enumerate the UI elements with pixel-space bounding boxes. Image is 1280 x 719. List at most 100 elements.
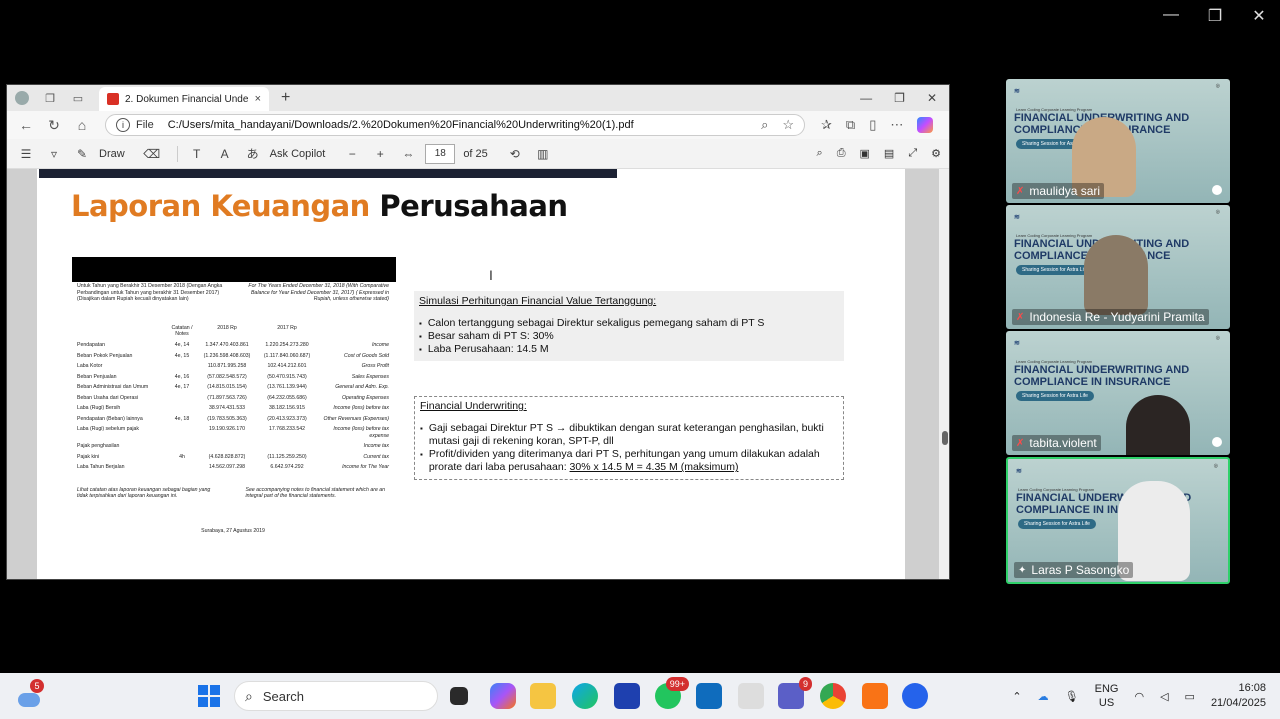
zoom-out-button[interactable]: − (341, 147, 363, 161)
teams-icon[interactable]: 9 (778, 677, 812, 709)
fin-cell-v2018: (71.897.563.726) (207, 394, 247, 401)
participant-tile[interactable]: ≋ ◎ Learn Coding Corporate Learning Prog… (1006, 205, 1230, 329)
page-total: of 25 (463, 147, 488, 160)
mic-off-icon: ✗ (1016, 437, 1025, 449)
zoom-close-button[interactable]: ✕ (1248, 6, 1270, 26)
find-icon[interactable]: ⌕ (817, 147, 823, 160)
taskbar-search[interactable]: ⌕ Search (234, 681, 438, 711)
clock[interactable]: 16:08 21/04/2025 (1211, 681, 1266, 712)
edge-browser-icon[interactable] (572, 683, 598, 709)
save-icon[interactable]: ▣ (860, 147, 870, 160)
draw-button[interactable]: Draw (99, 148, 125, 160)
favorite-star-icon[interactable]: ☆ (782, 117, 794, 133)
copilot-app-icon[interactable] (490, 683, 516, 709)
url-field[interactable]: i File C:/Users/mita_handayani/Downloads… (105, 114, 805, 136)
store-icon[interactable] (614, 683, 640, 709)
participant-tile[interactable]: ≋ ◎ Learn Coding Corporate Learning Prog… (1006, 79, 1230, 203)
system-tray: ⌃ ☁ 🎙 ENG US ◠ ◁ ▭ 16:08 21/04/2025 (1012, 681, 1266, 712)
info-icon[interactable]: i (116, 118, 130, 132)
save-as-icon[interactable]: ▤ (884, 147, 894, 160)
new-tab-button[interactable]: + (281, 89, 290, 107)
participant-name: ✗ maulidya sari (1012, 183, 1105, 199)
eraser-icon[interactable]: ⌫ (141, 147, 163, 161)
print-icon[interactable]: ⎙ (837, 147, 846, 160)
file-explorer-icon[interactable] (530, 683, 556, 709)
page-number-input[interactable]: 18 (425, 143, 456, 164)
collections-icon[interactable]: ⧉ (846, 117, 855, 133)
fit-page-icon[interactable]: ⇔ (397, 147, 419, 161)
page-view-icon[interactable]: ▥ (532, 147, 554, 161)
rotate-icon[interactable]: ⟲ (504, 147, 526, 161)
fin-cell-v2018: (19.783.505.363) (207, 415, 247, 422)
fin-cell-note (167, 443, 197, 450)
battery-icon[interactable]: ▭ (1185, 690, 1195, 703)
fin-cell-v2017: (1.117.840.060.687) (263, 352, 311, 359)
zoom-in-button[interactable]: + (369, 147, 391, 161)
fullscreen-icon[interactable]: ⤢ (908, 147, 917, 160)
weather-badge: 5 (30, 679, 44, 693)
zoom-restore-button[interactable]: ❐ (1204, 6, 1226, 26)
participant-tile[interactable]: ≋ ◎ Learn Coding Corporate Learning Prog… (1006, 331, 1230, 455)
microphone-icon[interactable]: 🎙 (1065, 690, 1079, 703)
chrome-icon[interactable] (820, 683, 846, 709)
zoom-minimize-button[interactable]: — (1160, 6, 1182, 26)
more-options-icon[interactable] (1212, 185, 1222, 195)
read-aloud-icon[interactable]: A (214, 147, 236, 161)
settings-gear-icon[interactable]: ⚙ (931, 147, 941, 160)
pdf-viewer[interactable]: Laporan Keuangan Perusahaan Untuk Tahun … (7, 169, 949, 579)
draw-icon[interactable]: ✎ (71, 147, 93, 161)
zoom-app-icon[interactable] (902, 683, 928, 709)
fin-cell-en: Other Revenues (Expenses) (323, 415, 389, 422)
more-menu-icon[interactable]: ⋯ (890, 117, 903, 133)
input-language[interactable]: ENG US (1095, 682, 1119, 711)
workspaces-icon[interactable]: ❐ (43, 91, 57, 105)
whatsapp-icon[interactable]: 99+ (655, 677, 689, 709)
simulation-item: Laba Perusahaan: 14.5 M (419, 343, 839, 356)
back-icon[interactable]: ← (15, 117, 37, 133)
fin-cell-note (167, 395, 197, 402)
vertical-scrollbar[interactable] (939, 169, 949, 579)
split-screen-icon[interactable]: ▯ (869, 117, 876, 133)
home-icon[interactable]: ⌂ (71, 117, 93, 133)
slide-title-part1: Laporan Keuangan (71, 189, 370, 223)
fin-row: Beban Pokok Penjualan 4e, 15 (1.236.598.40… (77, 353, 389, 360)
weather-widget[interactable]: 5 (18, 679, 44, 707)
scrollbar-thumb[interactable] (942, 431, 948, 445)
highlight-icon[interactable]: ▿ (43, 147, 65, 161)
underwriting-item: Profit/dividen yang diterimanya dari PT … (420, 448, 838, 474)
translate-icon[interactable]: あ (242, 145, 264, 162)
browser-close-button[interactable]: ✕ (927, 91, 937, 105)
task-view-icon[interactable] (450, 687, 468, 705)
fin-cell-note: 4e, 17 (174, 384, 190, 390)
browser-minimize-button[interactable]: — (860, 91, 872, 105)
more-options-icon[interactable] (1212, 437, 1222, 447)
ask-copilot-button[interactable]: Ask Copilot (270, 148, 326, 160)
fin-row: Beban Penjualan 4e, 16 (57.082.548.572) (50… (77, 374, 389, 381)
profile-avatar-icon[interactable] (15, 91, 29, 105)
fin-row: Pajak penghasilan Income tax (77, 443, 389, 450)
snipping-tool-icon[interactable] (862, 683, 888, 709)
tab-actions-icon[interactable]: ▭ (71, 91, 85, 105)
onedrive-icon[interactable]: ☁ (1038, 690, 1049, 703)
start-button[interactable] (198, 685, 220, 707)
tab-pdf-document[interactable]: 2. Dokumen Financial Underwriting × (99, 87, 269, 111)
contents-icon[interactable]: ☰ (15, 147, 37, 161)
text-box-icon[interactable]: T (186, 147, 208, 161)
zoom-icon[interactable]: ⌕ (761, 117, 768, 133)
refresh-icon[interactable]: ↻ (43, 117, 65, 134)
fin-cell-v2018: (4.628.828.872) (208, 453, 246, 460)
favorites-icon[interactable]: ✰ (821, 117, 832, 133)
tab-close-button[interactable]: × (255, 93, 261, 105)
outlook-icon[interactable] (696, 683, 722, 709)
show-hidden-icons-icon[interactable]: ⌃ (1012, 690, 1021, 703)
elo-app-icon[interactable] (738, 683, 764, 709)
wifi-icon[interactable]: ◠ (1134, 690, 1144, 703)
copilot-icon[interactable] (917, 117, 934, 133)
volume-icon[interactable]: ◁ (1160, 690, 1168, 703)
fin-cell-en: Operating Expenses (341, 394, 389, 401)
browser-restore-button[interactable]: ❐ (894, 91, 905, 105)
active-speaker-tile[interactable]: ≋ ◎ Learn Coding Corporate Learning Prog… (1006, 457, 1230, 584)
fin-cell-v2017: 6.642.974.292 (270, 464, 304, 470)
fin-cell-v2017: 102.414.212.601 (267, 363, 307, 369)
underwriting-title: Financial Underwriting: (420, 400, 527, 412)
